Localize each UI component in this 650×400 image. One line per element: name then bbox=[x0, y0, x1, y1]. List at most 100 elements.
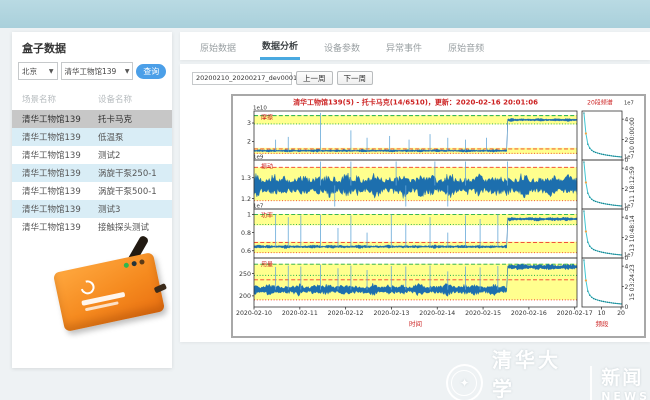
table-row[interactable]: 清华工物馆139涡旋干泵500-1 bbox=[12, 182, 172, 200]
svg-text:10 00:00:00: 10 00:00:00 bbox=[629, 117, 636, 154]
site-select-value: 清华工物馆139 bbox=[65, 66, 117, 77]
row-site: 清华工物馆139 bbox=[22, 149, 98, 161]
next-week-button[interactable]: 下一周 bbox=[337, 71, 374, 85]
chevron-down-icon: ▼ bbox=[125, 68, 130, 75]
svg-text:功率: 功率 bbox=[261, 212, 273, 220]
device-connector bbox=[154, 283, 167, 293]
site-select[interactable]: 清华工物馆139 ▼ bbox=[61, 62, 134, 80]
svg-text:2020-02-16: 2020-02-16 bbox=[511, 310, 547, 317]
svg-text:1.2: 1.2 bbox=[241, 196, 251, 203]
table-row[interactable]: 清华工物馆139涡旋干泵250-1 bbox=[12, 164, 172, 182]
svg-text:1e7: 1e7 bbox=[624, 204, 634, 210]
svg-text:4: 4 bbox=[625, 263, 629, 270]
tsinghua-seal-icon: ✦ bbox=[446, 364, 483, 400]
svg-text:3: 3 bbox=[247, 120, 251, 127]
svg-text:2020-02-15: 2020-02-15 bbox=[465, 310, 501, 317]
analysis-chart: 摩擦1e1023振动1e91.21.3功率1e70.60.81用量2002502… bbox=[233, 96, 644, 336]
device-led-indicators bbox=[123, 259, 145, 268]
device-table-header: 场景名称 设备名称 bbox=[12, 88, 172, 110]
table-row[interactable]: 清华工物馆139低温泵 bbox=[12, 128, 172, 146]
svg-text:0.6: 0.6 bbox=[241, 248, 251, 255]
top-banner bbox=[0, 0, 650, 28]
svg-text:1e7: 1e7 bbox=[624, 101, 634, 107]
svg-text:1e7: 1e7 bbox=[624, 253, 634, 259]
row-device: 涡旋干泵500-1 bbox=[98, 185, 157, 197]
row-site: 清华工物馆139 bbox=[22, 185, 98, 197]
watermark-news-en: NEWS bbox=[601, 390, 650, 400]
svg-text:2020-02-12: 2020-02-12 bbox=[328, 310, 364, 317]
row-device: 接触探头测试 bbox=[98, 221, 149, 233]
svg-text:1e7: 1e7 bbox=[253, 204, 264, 210]
chart-figure: 摩擦1e1023振动1e91.21.3功率1e70.60.81用量2002502… bbox=[231, 94, 646, 338]
svg-text:2: 2 bbox=[625, 186, 629, 193]
svg-text:2020-02-11: 2020-02-11 bbox=[282, 310, 318, 317]
dataset-select[interactable]: 20200210_20200217_dev00014 ▼ bbox=[192, 72, 292, 85]
table-row[interactable]: 清华工物馆139接触探头测试 bbox=[12, 218, 172, 236]
row-device: 低温泵 bbox=[98, 131, 124, 143]
svg-text:20: 20 bbox=[617, 310, 625, 317]
svg-text:用量: 用量 bbox=[261, 262, 273, 269]
svg-text:1e9: 1e9 bbox=[253, 155, 264, 161]
svg-text:20段频谱: 20段频谱 bbox=[587, 99, 613, 107]
svg-text:频段: 频段 bbox=[596, 319, 610, 328]
svg-text:振动: 振动 bbox=[261, 163, 273, 171]
sidebar-title: 盒子数据 bbox=[12, 32, 172, 62]
svg-text:13 10:48:14: 13 10:48:14 bbox=[629, 215, 636, 252]
tab-item[interactable]: 原始音频 bbox=[446, 34, 486, 59]
row-site: 清华工物馆139 bbox=[22, 221, 98, 233]
tab-active[interactable]: 数据分析 bbox=[260, 32, 300, 60]
svg-text:2020-02-17: 2020-02-17 bbox=[557, 310, 593, 317]
tab-item[interactable]: 异常事件 bbox=[384, 34, 424, 59]
row-site: 清华工物馆139 bbox=[22, 113, 98, 125]
svg-text:2020-02-13: 2020-02-13 bbox=[373, 310, 409, 317]
svg-text:4: 4 bbox=[625, 214, 629, 221]
svg-text:1.3: 1.3 bbox=[241, 175, 251, 182]
search-button[interactable]: 查询 bbox=[136, 64, 166, 79]
svg-text:2: 2 bbox=[247, 139, 251, 146]
row-site: 清华工物馆139 bbox=[22, 131, 98, 143]
column-header-device: 设备名称 bbox=[98, 93, 132, 105]
prev-week-button[interactable]: 上一周 bbox=[296, 71, 333, 85]
svg-text:11 18:12:59: 11 18:12:59 bbox=[629, 166, 636, 203]
table-row[interactable]: 清华工物馆139测试3 bbox=[12, 200, 172, 218]
svg-text:时间: 时间 bbox=[409, 319, 422, 328]
watermark-news-cn: 新闻 bbox=[601, 363, 650, 390]
svg-text:250: 250 bbox=[239, 271, 251, 278]
table-row[interactable]: 清华工物馆139托卡马克 bbox=[12, 110, 172, 128]
region-select-value: 北京 bbox=[22, 66, 37, 77]
svg-text:200: 200 bbox=[239, 293, 251, 300]
led-green bbox=[123, 262, 129, 268]
tab-item[interactable]: 设备参数 bbox=[322, 34, 362, 59]
column-header-site: 场景名称 bbox=[22, 93, 98, 105]
tab-item[interactable]: 原始数据 bbox=[198, 34, 238, 59]
row-device: 托卡马克 bbox=[98, 113, 132, 125]
vendor-logo-icon bbox=[78, 278, 97, 297]
row-site: 清华工物馆139 bbox=[22, 167, 98, 179]
row-device: 测试2 bbox=[98, 149, 120, 161]
led-amber bbox=[139, 259, 145, 265]
dataset-select-value: 20200210_20200217_dev00014 bbox=[196, 74, 301, 82]
svg-text:2020-02-10: 2020-02-10 bbox=[236, 310, 272, 317]
table-row[interactable]: 清华工物馆139测试2 bbox=[12, 146, 172, 164]
svg-text:2: 2 bbox=[625, 235, 629, 242]
svg-text:10: 10 bbox=[598, 310, 606, 317]
svg-text:2: 2 bbox=[625, 137, 629, 144]
svg-text:4: 4 bbox=[625, 116, 629, 123]
svg-text:1e7: 1e7 bbox=[624, 155, 634, 161]
svg-text:清华工物馆139(5) - 托卡马克(14/6510)，更新: 清华工物馆139(5) - 托卡马克(14/6510)，更新：2020-02-1… bbox=[293, 98, 538, 107]
svg-text:1e10: 1e10 bbox=[253, 106, 267, 112]
row-device: 涡旋干泵250-1 bbox=[98, 167, 157, 179]
device-body bbox=[53, 252, 165, 332]
region-select[interactable]: 北京 ▼ bbox=[18, 62, 58, 80]
watermark-cn: 清华大学 bbox=[492, 344, 581, 400]
chevron-down-icon: ▼ bbox=[49, 68, 54, 75]
chart-controls: 20200210_20200217_dev00014 ▼ 上一周 下一周 bbox=[192, 71, 373, 85]
led-dark bbox=[131, 261, 137, 267]
analysis-panel: 20200210_20200217_dev00014 ▼ 上一周 下一周 摩擦1… bbox=[180, 64, 650, 342]
svg-text:15 03:24:23: 15 03:24:23 bbox=[629, 264, 636, 301]
sidebar-controls: 北京 ▼ 清华工物馆139 ▼ 查询 bbox=[12, 62, 172, 88]
row-site: 清华工物馆139 bbox=[22, 203, 98, 215]
svg-text:0: 0 bbox=[625, 304, 629, 311]
tab-bar: 原始数据数据分析设备参数异常事件原始音频 bbox=[180, 32, 650, 60]
device-table: 清华工物馆139托卡马克清华工物馆139低温泵清华工物馆139测试2清华工物馆1… bbox=[12, 110, 172, 236]
